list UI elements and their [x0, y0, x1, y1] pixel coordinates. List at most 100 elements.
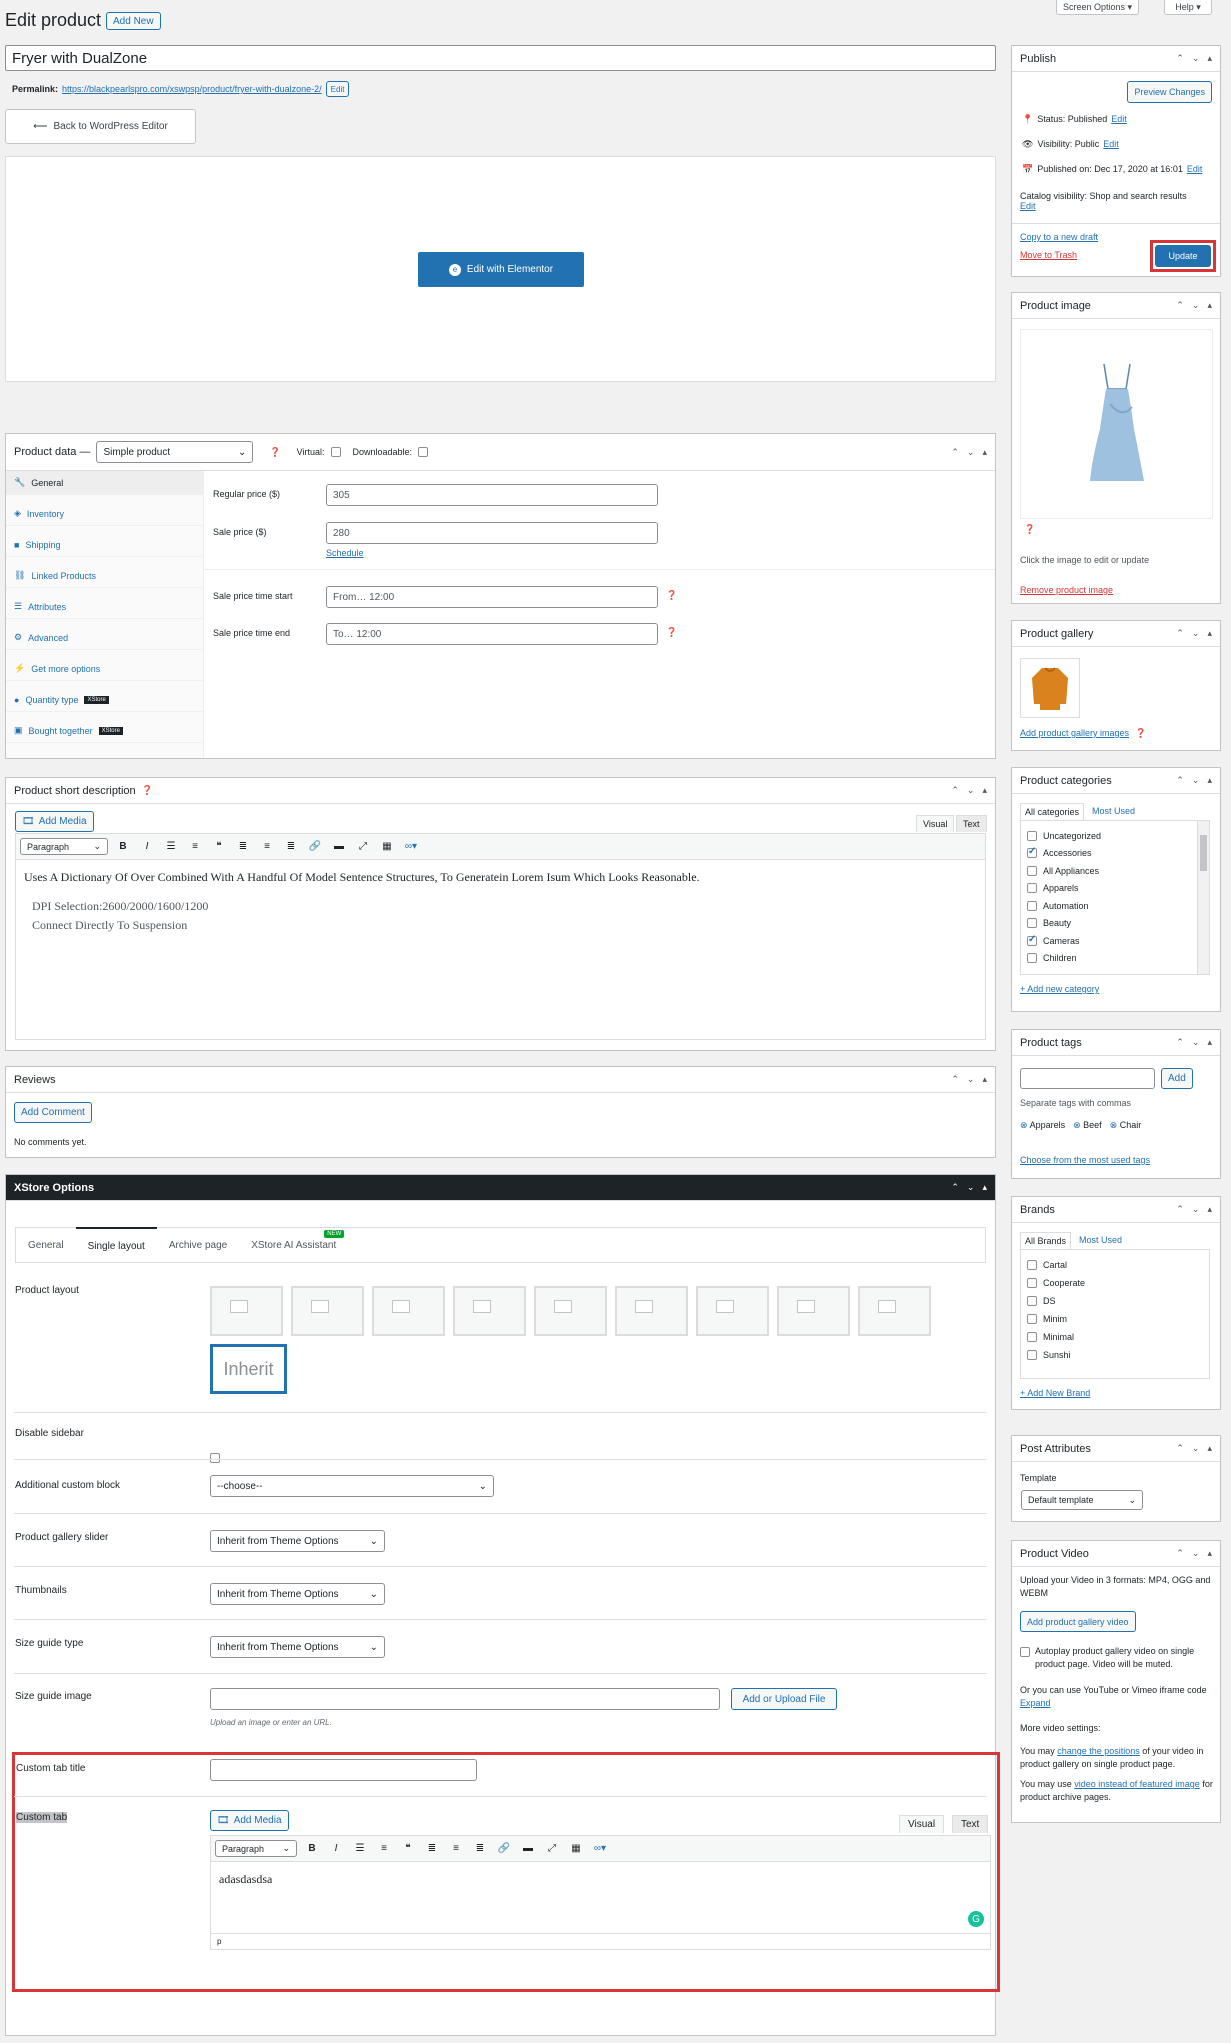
brand-item[interactable]: DS: [1027, 1292, 1209, 1310]
tab-all-brands[interactable]: All Brands: [1020, 1232, 1072, 1249]
chevron-up-icon[interactable]: ⌃: [1176, 300, 1184, 311]
copy-draft-link[interactable]: Copy to a new draft: [1020, 232, 1098, 242]
tab-advanced[interactable]: ⚙ Advanced: [6, 626, 203, 650]
chevron-down-icon[interactable]: ⌄: [967, 1074, 975, 1085]
category-item[interactable]: Beauty: [1027, 915, 1209, 933]
align-left-icon[interactable]: ≣: [234, 841, 252, 852]
gallery-thumbnail[interactable]: [1020, 658, 1080, 718]
post-title-input[interactable]: Fryer with DualZone: [5, 45, 996, 71]
grammarly-icon[interactable]: G: [968, 1911, 984, 1927]
category-item[interactable]: Accessories: [1027, 845, 1209, 863]
align-left-icon[interactable]: ≣: [423, 1843, 441, 1854]
chevron-down-icon[interactable]: ⌄: [1192, 775, 1200, 786]
chevron-up-icon[interactable]: ⌃: [951, 1074, 959, 1085]
category-item[interactable]: Apparels: [1027, 880, 1209, 898]
add-comment-button[interactable]: Add Comment: [14, 1102, 92, 1123]
tab-quantity-type[interactable]: ● Quantity type XStore: [6, 688, 203, 712]
fullscreen-icon[interactable]: ⤢: [543, 1843, 561, 1854]
tab-bought-together[interactable]: ▣ Bought together XStore: [6, 719, 203, 743]
remove-tag-icon[interactable]: ⊗: [1020, 1120, 1028, 1130]
chevron-down-icon[interactable]: ⌄: [1192, 1548, 1200, 1559]
tab-inventory[interactable]: ◈ Inventory: [6, 502, 203, 526]
fullscreen-icon[interactable]: ⤢: [354, 841, 372, 852]
link-icon[interactable]: 🔗: [306, 841, 324, 852]
align-right-icon[interactable]: ≣: [471, 1843, 489, 1854]
status-edit-link[interactable]: Edit: [1111, 114, 1127, 125]
chevron-up-icon[interactable]: ⌃: [951, 785, 959, 796]
sale-end-input[interactable]: To… 12:00: [326, 623, 658, 645]
schedule-link[interactable]: Schedule: [326, 548, 364, 558]
preview-changes-button[interactable]: Preview Changes: [1127, 81, 1212, 103]
toggle-arrow-icon[interactable]: ▴: [982, 1074, 987, 1085]
chevron-down-icon[interactable]: ⌄: [1192, 1037, 1200, 1048]
layout-option[interactable]: [777, 1286, 850, 1336]
xstore-tab-single-layout[interactable]: Single layout: [75, 1227, 157, 1263]
category-checkbox[interactable]: [1027, 918, 1037, 929]
toggle-arrow-icon[interactable]: ▴: [982, 1182, 987, 1193]
link-icon[interactable]: 🔗: [495, 1843, 513, 1854]
chevron-up-icon[interactable]: ⌃: [951, 447, 959, 458]
add-new-button[interactable]: Add New: [106, 12, 161, 30]
tab-most-used[interactable]: Most Used: [1071, 1232, 1130, 1249]
chevron-up-icon[interactable]: ⌃: [1176, 53, 1184, 64]
brand-checkbox[interactable]: [1027, 1350, 1037, 1360]
autoplay-checkbox[interactable]: [1020, 1647, 1030, 1657]
chevron-down-icon[interactable]: ⌄: [1192, 300, 1200, 311]
add-brand-link[interactable]: + Add New Brand: [1020, 1388, 1090, 1398]
remove-image-link[interactable]: Remove product image: [1020, 585, 1113, 595]
category-checkbox[interactable]: [1027, 953, 1037, 964]
custom-tab-editor[interactable]: adasdasdsa G: [210, 1862, 991, 1934]
published-edit-link[interactable]: Edit: [1187, 164, 1203, 175]
toolbar-toggle-icon[interactable]: ▦: [378, 841, 396, 852]
chevron-down-icon[interactable]: ⌄: [967, 447, 975, 458]
chevron-down-icon[interactable]: ⌄: [1192, 628, 1200, 639]
chevron-down-icon[interactable]: ⌄: [1192, 1204, 1200, 1215]
chevron-up-icon[interactable]: ⌃: [1176, 775, 1184, 786]
virtual-checkbox[interactable]: [330, 447, 341, 457]
read-more-icon[interactable]: ▬: [330, 841, 348, 852]
align-center-icon[interactable]: ≡: [447, 1843, 465, 1854]
add-video-button[interactable]: Add product gallery video: [1020, 1611, 1136, 1632]
xstore-tab-ai-assistant[interactable]: XStore AI Assistant NEW: [239, 1229, 348, 1251]
layout-option[interactable]: [696, 1286, 769, 1336]
chevron-down-icon[interactable]: ⌄: [1192, 53, 1200, 64]
short-description-editor[interactable]: Uses A Dictionary Of Over Combined With …: [15, 860, 986, 1040]
add-gallery-link[interactable]: Add product gallery images: [1020, 728, 1129, 739]
layout-option[interactable]: [858, 1286, 931, 1336]
custom-tab-title-input[interactable]: [210, 1759, 477, 1781]
add-media-button[interactable]: 🎞 Add Media: [210, 1810, 289, 1831]
infinity-icon[interactable]: ∞▾: [402, 841, 420, 852]
format-select[interactable]: Paragraph ⌄: [20, 838, 108, 855]
quote-icon[interactable]: ❝: [210, 841, 228, 852]
tab-text[interactable]: Text: [952, 1815, 989, 1833]
category-checkbox[interactable]: [1027, 883, 1037, 894]
expand-link[interactable]: Expand: [1020, 1698, 1051, 1708]
back-to-editor-button[interactable]: ⟵ Back to WordPress Editor: [5, 109, 196, 144]
layout-option[interactable]: [534, 1286, 607, 1336]
chevron-down-icon[interactable]: ⌄: [967, 785, 975, 796]
add-media-button[interactable]: 🎞 Add Media: [15, 811, 94, 832]
tag-input[interactable]: [1020, 1068, 1155, 1089]
toggle-arrow-icon[interactable]: ▴: [1207, 300, 1212, 311]
brand-item[interactable]: Sunshi: [1027, 1346, 1209, 1364]
category-item[interactable]: Cameras: [1027, 932, 1209, 950]
move-to-trash-link[interactable]: Move to Trash: [1020, 250, 1077, 260]
brand-checkbox[interactable]: [1027, 1278, 1037, 1288]
sale-price-input[interactable]: 280: [326, 522, 658, 544]
chevron-up-icon[interactable]: ⌃: [951, 1182, 959, 1193]
tab-all-categories[interactable]: All categories: [1020, 803, 1085, 820]
size-guide-type-select[interactable]: Inherit from Theme Options ⌄: [210, 1636, 385, 1658]
category-item[interactable]: All Appliances: [1027, 862, 1209, 880]
add-category-link[interactable]: + Add new category: [1020, 984, 1099, 994]
category-item[interactable]: Children: [1027, 950, 1209, 968]
bold-icon[interactable]: B: [114, 841, 132, 852]
category-item[interactable]: Automation: [1027, 897, 1209, 915]
permalink-edit-button[interactable]: Edit: [325, 81, 350, 97]
chevron-down-icon[interactable]: ⌄: [967, 1182, 975, 1193]
sale-start-input[interactable]: From… 12:00: [326, 586, 658, 608]
bold-icon[interactable]: B: [303, 1843, 321, 1854]
permalink-link[interactable]: https://blackpearlspro.com/xswpsp/produc…: [62, 84, 322, 94]
layout-option[interactable]: [615, 1286, 688, 1336]
brand-checkbox[interactable]: [1027, 1314, 1037, 1324]
chevron-up-icon[interactable]: ⌃: [1176, 628, 1184, 639]
